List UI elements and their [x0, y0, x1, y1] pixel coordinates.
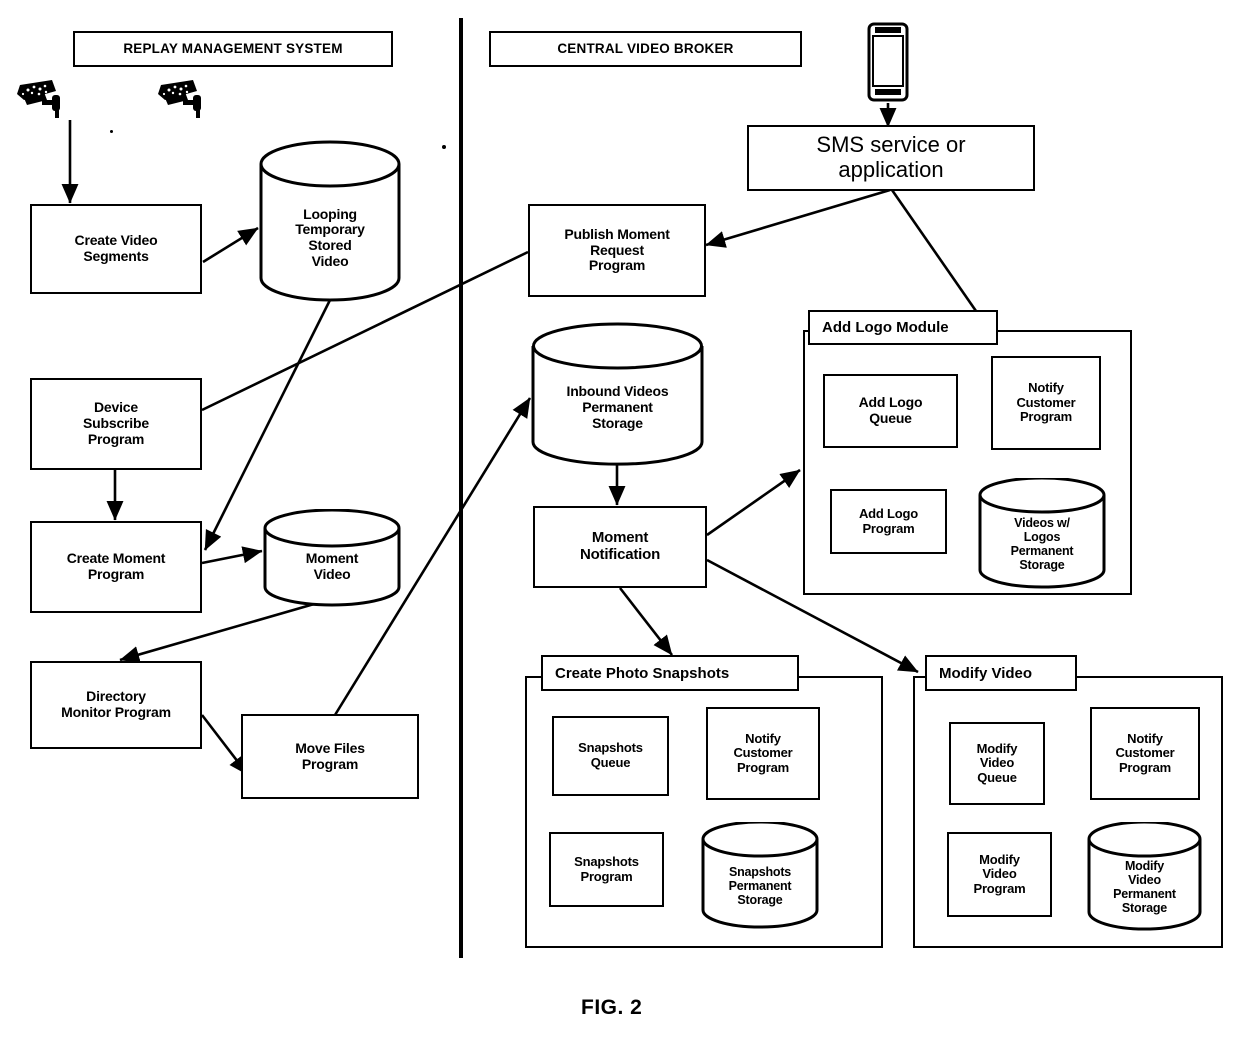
label-modify-video-program: Modify Video Program [973, 851, 1026, 896]
wire-moment-notification-to-add-logo [706, 468, 801, 537]
security-camera-icon [155, 78, 215, 125]
label-publish-moment-request-program: Publish Moment Request Program [564, 225, 670, 274]
label-videos-w-logos-permanent-storage: Videos w/Logos Permanent Storage [1010, 516, 1074, 572]
label-create-video-segments: Create Video Segments [74, 232, 158, 264]
node-snapshots-program[interactable]: Snapshots Program [549, 832, 664, 907]
label-add-logo-queue: Add Logo Queue [858, 394, 923, 426]
module-title-add-logo: Add Logo Module [808, 310, 998, 345]
patent-figure-2: REPLAY MANAGEMENT SYSTEM CENTRAL VIDEO B… [0, 0, 1240, 1037]
mobile-phone-icon [866, 22, 910, 107]
label-snapshots-queue: Snapshots Queue [578, 740, 643, 770]
node-directory-monitor-program[interactable]: Directory Monitor Program [30, 661, 202, 749]
node-snapshots-queue[interactable]: Snapshots Queue [552, 716, 669, 796]
node-create-moment-program[interactable]: Create Moment Program [30, 521, 202, 613]
label-add-logo-notify-customer-program: Notify Customer Program [1016, 380, 1076, 425]
label-add-logo-program: Add Logo Program [858, 505, 919, 536]
node-add-logo-notify-customer-program[interactable]: Notify Customer Program [991, 356, 1101, 450]
label-modify-video: Modify Video [939, 664, 1033, 682]
label-sms-service-or-application: SMS service or application [816, 132, 966, 182]
security-camera-icon [14, 78, 74, 125]
datastore-modify-video-permanent-storage[interactable]: Modify Video Permanent Storage [1086, 822, 1203, 932]
label-moment-notification: Moment Notification [579, 529, 661, 563]
scan-speck [110, 130, 113, 133]
datastore-snapshots-permanent-storage[interactable]: Snapshots Permanent Storage [700, 822, 820, 930]
wire-sms-to-publish-moment [705, 188, 891, 248]
module-title-create-photo-snapshots: Create Photo Snapshots [541, 655, 799, 691]
label-add-logo-module: Add Logo Module [822, 319, 949, 336]
banner-central-video-broker: CENTRAL VIDEO BROKER [489, 31, 802, 67]
node-moment-notification[interactable]: Moment Notification [533, 506, 707, 588]
node-publish-moment-request-program[interactable]: Publish Moment Request Program [528, 204, 706, 297]
label-move-files-program: Move Files Program [295, 739, 365, 772]
scan-speck [442, 145, 446, 149]
node-create-video-segments[interactable]: Create Video Segments [30, 204, 202, 294]
label-looping-temporary-stored-video: Looping Temporary Stored Video [295, 205, 365, 269]
label-create-moment-program: Create Moment Program [66, 550, 166, 582]
node-move-files-program[interactable]: Move Files Program [241, 714, 419, 799]
node-device-subscribe-program[interactable]: Device Subscribe Program [30, 378, 202, 470]
label-snapshots-permanent-storage: Snapshots Permanent Storage [728, 865, 792, 907]
wire-create-moment-to-moment-video [201, 546, 263, 565]
node-add-logo-program[interactable]: Add Logo Program [830, 489, 947, 554]
wire-moment-notification-to-snapshots [618, 587, 674, 656]
node-modify-video-notify-customer-program[interactable]: Notify Customer Program [1090, 707, 1200, 800]
node-modify-video-queue[interactable]: Modify Video Queue [949, 722, 1045, 805]
figure-caption: FIG. 2 [581, 996, 643, 1019]
label-modify-video-notify-customer-program: Notify Customer Program [1115, 730, 1175, 775]
label-snapshots-program: Snapshots Program [574, 853, 639, 884]
banner-left-label: REPLAY MANAGEMENT SYSTEM [123, 41, 343, 57]
label-inbound-videos-permanent-storage: Inbound Videos Permanent Storage [566, 383, 669, 431]
label-create-photo-snapshots: Create Photo Snapshots [555, 664, 730, 682]
datastore-videos-w-logos-permanent-storage[interactable]: Videos w/Logos Permanent Storage [977, 478, 1107, 590]
label-modify-video-permanent-storage: Modify Video Permanent Storage [1113, 859, 1176, 915]
datastore-moment-video[interactable]: Moment Video [262, 509, 402, 609]
node-snapshots-notify-customer-program[interactable]: Notify Customer Program [706, 707, 820, 800]
banner-right-label: CENTRAL VIDEO BROKER [557, 41, 734, 57]
label-device-subscribe-program: Device Subscribe Program [83, 399, 149, 447]
datastore-looping-temporary-stored-video[interactable]: Looping Temporary Stored Video [258, 140, 402, 302]
node-add-logo-queue[interactable]: Add Logo Queue [823, 374, 958, 448]
label-snapshots-notify-customer-program: Notify Customer Program [733, 730, 793, 775]
wire-segments-to-looping [202, 226, 259, 264]
datastore-inbound-videos-permanent-storage[interactable]: Inbound Videos Permanent Storage [530, 322, 705, 467]
module-title-modify-video: Modify Video [925, 655, 1077, 691]
system-divider [459, 18, 463, 958]
node-sms-service-or-application[interactable]: SMS service or application [747, 125, 1035, 191]
label-moment-video: Moment Video [305, 550, 359, 582]
node-modify-video-program[interactable]: Modify Video Program [947, 832, 1052, 917]
label-modify-video-queue: Modify Video Queue [976, 740, 1018, 785]
label-directory-monitor-program: Directory Monitor Program [61, 688, 171, 720]
banner-replay-management-system: REPLAY MANAGEMENT SYSTEM [73, 31, 393, 67]
